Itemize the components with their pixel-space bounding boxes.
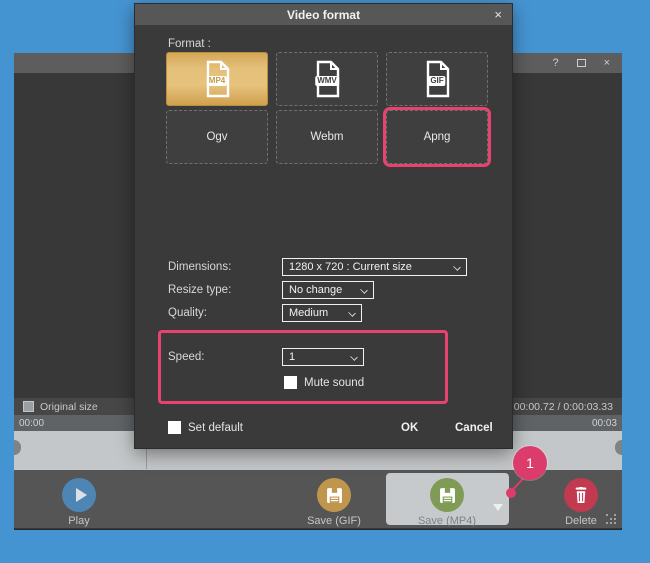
save-gif-floppy-icon (317, 478, 351, 512)
dimensions-value: 1280 x 720 : Current size (289, 261, 412, 273)
play-icon (62, 478, 96, 512)
mp4-file-label: MP4 (207, 76, 227, 86)
ruler-start-time: 00:00 (19, 418, 44, 429)
resize-type-select[interactable]: No change (282, 281, 374, 299)
mp4-file-icon: MP4 (200, 60, 234, 98)
original-size-label: Original size (40, 401, 98, 413)
save-mp4-label: Save (MP4) (408, 515, 486, 527)
wmv-file-label: WMV (315, 76, 339, 86)
gif-file-icon: GIF (420, 60, 454, 98)
play-button[interactable]: Play (48, 478, 110, 527)
set-default-checkbox[interactable] (168, 421, 181, 434)
play-label: Play (48, 515, 110, 527)
gif-file-label: GIF (428, 76, 445, 86)
format-apng-button[interactable]: Apng (386, 110, 488, 164)
format-wmv-button[interactable]: WMV (276, 52, 378, 106)
window-close-button[interactable]: × (604, 58, 610, 69)
ogv-label: Ogv (206, 131, 227, 143)
window-resize-grip[interactable] (606, 514, 608, 516)
quality-select[interactable]: Medium (282, 304, 362, 322)
dimensions-select[interactable]: 1280 x 720 : Current size (282, 258, 467, 276)
quality-label: Quality: (168, 307, 207, 319)
maximize-icon[interactable] (577, 59, 586, 67)
chevron-down-icon (348, 309, 356, 317)
save-gif-button[interactable]: Save (GIF) (295, 478, 373, 527)
format-mp4-button[interactable]: MP4 (166, 52, 268, 106)
step-badge-dot (506, 488, 516, 498)
dialog-close-button[interactable]: × (494, 7, 502, 22)
save-mp4-floppy-icon (430, 478, 464, 512)
save-options-caret-icon[interactable] (493, 504, 503, 511)
video-format-dialog: Video format × Format : MP4 WMV (135, 4, 512, 448)
dialog-title: Video format (287, 8, 360, 22)
timeline-right-handle[interactable] (615, 440, 622, 455)
help-button[interactable]: ? (552, 58, 558, 69)
save-mp4-button[interactable]: Save (MP4) (386, 473, 509, 525)
mute-sound-label: Mute sound (304, 377, 364, 389)
speed-highlight-box (158, 330, 448, 404)
speed-label: Speed: (168, 351, 204, 363)
chevron-down-icon (350, 353, 358, 361)
wmv-file-icon: WMV (310, 60, 344, 98)
webm-label: Webm (310, 131, 343, 143)
dimensions-label: Dimensions: (168, 261, 231, 273)
step-badge: 1 (513, 446, 547, 480)
ruler-end-time: 00:03 (592, 418, 617, 429)
delete-trash-icon (564, 478, 598, 512)
apng-label: Apng (424, 131, 451, 143)
resize-type-value: No change (289, 284, 342, 296)
quality-value: Medium (289, 307, 328, 319)
format-ogv-button[interactable]: Ogv (166, 110, 268, 164)
set-default-label: Set default (188, 422, 243, 434)
delete-label: Delete (547, 515, 615, 527)
resize-type-label: Resize type: (168, 284, 231, 296)
mute-sound-checkbox[interactable] (284, 376, 297, 389)
speed-select[interactable]: 1 (282, 348, 364, 366)
delete-button[interactable]: Delete (547, 478, 615, 527)
format-webm-button[interactable]: Webm (276, 110, 378, 164)
format-section-label: Format : (168, 38, 211, 50)
chevron-down-icon (453, 263, 461, 271)
dialog-titlebar: Video format × (135, 4, 512, 25)
save-gif-label: Save (GIF) (295, 515, 373, 527)
ok-button[interactable]: OK (401, 422, 418, 434)
cancel-button[interactable]: Cancel (455, 422, 493, 434)
speed-value: 1 (289, 351, 295, 363)
timeline-left-handle[interactable] (14, 440, 21, 455)
format-gif-button[interactable]: GIF (386, 52, 488, 106)
step-number: 1 (526, 455, 534, 471)
original-size-checkbox[interactable] (23, 401, 34, 412)
chevron-down-icon (360, 286, 368, 294)
time-display: 00:00.72 / 0:00:03.33 (514, 401, 613, 413)
